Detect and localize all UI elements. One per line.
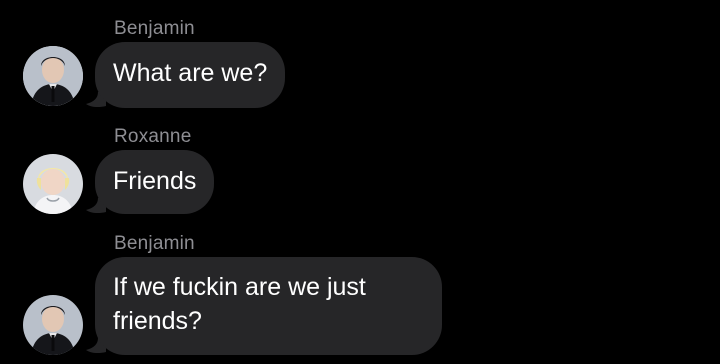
avatar-benjamin[interactable]	[23, 46, 83, 106]
avatar-roxanne[interactable]	[23, 154, 83, 214]
sender-name: Benjamin	[114, 18, 195, 39]
avatar-benjamin[interactable]	[23, 295, 83, 355]
profile-photo-icon	[23, 295, 83, 355]
profile-photo-icon	[23, 154, 83, 214]
message-bubble[interactable]: Friends	[95, 150, 215, 214]
message-bubble[interactable]: If we fuckin are we just friends?	[95, 257, 442, 355]
sender-name: Benjamin	[114, 233, 195, 254]
message-thread: Benjamin What are we? Roxanne Friends Be…	[0, 0, 720, 364]
message-bubble[interactable]: What are we?	[95, 42, 286, 108]
sender-name: Roxanne	[114, 126, 192, 147]
profile-photo-icon	[23, 46, 83, 106]
